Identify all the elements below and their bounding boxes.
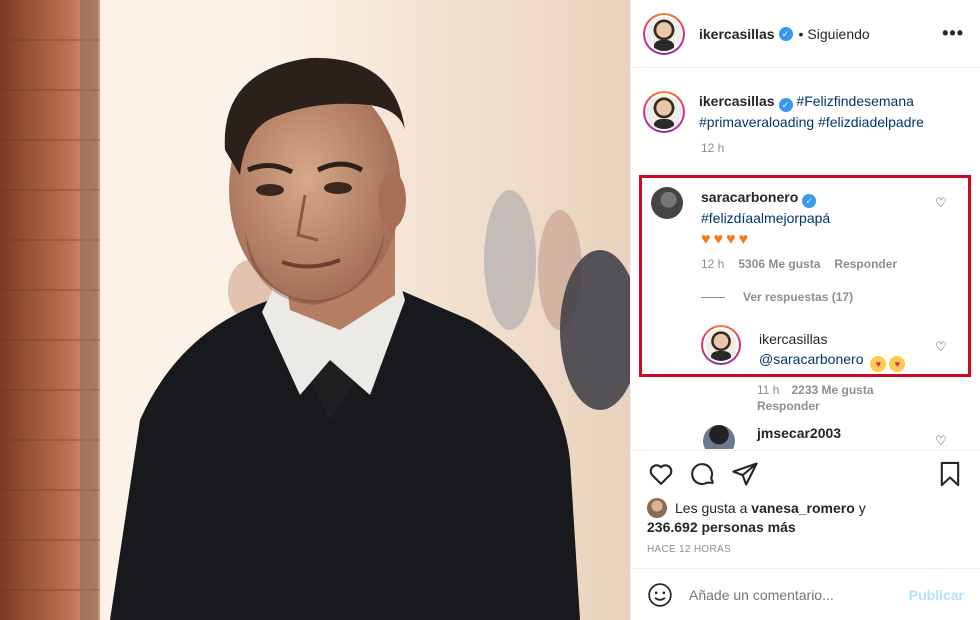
comments-scroll-area[interactable]: ikercasillas ✓ #Felizfindesemana #primave…	[631, 69, 980, 449]
likes-count[interactable]: 236.692 personas más	[647, 519, 796, 535]
action-bar	[631, 450, 980, 496]
verified-badge-icon: ✓	[802, 194, 817, 208]
following-button[interactable]: Siguiendo	[807, 26, 869, 42]
comment-input[interactable]	[689, 586, 909, 603]
post-timestamp: HACE 12 HORAS	[647, 544, 731, 555]
post-photo	[0, 0, 630, 620]
heart-icon[interactable]	[647, 460, 675, 488]
comment-username[interactable]: jmsecar2003	[757, 425, 841, 441]
author-avatar[interactable]	[643, 12, 685, 55]
likes-conj: y	[858, 500, 866, 516]
photo-illustration	[0, 0, 630, 620]
commenter-avatar[interactable]	[651, 187, 683, 219]
orange-hearts-emoji: ♥ ♥ ♥ ♥	[701, 231, 748, 248]
likes-prefix: Les gusta a	[675, 500, 748, 516]
post-sidebar: ikercasillas ✓ • Siguiendo ••• ikercasil…	[630, 0, 980, 620]
commenter-avatar[interactable]	[703, 425, 735, 449]
view-replies-button[interactable]: Ver respuestas (17)	[701, 290, 853, 304]
liker-username[interactable]: vanesa_romero	[751, 500, 855, 516]
emoji-smile-icon[interactable]	[647, 582, 673, 608]
comment-username[interactable]: saracarbonero	[701, 189, 798, 205]
view-replies-label[interactable]: Ver respuestas (17)	[743, 290, 853, 304]
reply-likes-count[interactable]: 2233 Me gusta	[791, 383, 873, 397]
author-username[interactable]: ikercasillas	[699, 26, 775, 42]
reply-time: 11 h	[757, 383, 780, 397]
mention-link[interactable]: @saracarbonero	[759, 351, 864, 367]
liker-avatar[interactable]	[647, 498, 667, 518]
reply-meta: 11 h 2233 Me gusta	[757, 383, 874, 397]
heart-like-icon[interactable]: ♡	[935, 339, 947, 355]
hashtag-link[interactable]: #primaveraloading	[699, 114, 814, 130]
hashtag-link[interactable]: #Felizfindesemana	[796, 93, 914, 109]
caption-text: ikercasillas ✓ #Felizfindesemana #primave…	[699, 91, 924, 133]
caption-time: 12 h	[701, 141, 725, 155]
verified-badge-icon: ✓	[778, 98, 793, 112]
hashtag-link[interactable]: #felizdiadelpadre	[818, 114, 924, 130]
comment-time: 12 h	[701, 257, 725, 271]
reply-button[interactable]: Responder	[834, 257, 897, 271]
caption-avatar[interactable]	[643, 91, 685, 133]
reply-reply-row: Responder	[757, 399, 820, 413]
likes-summary: Les gusta a vanesa_romero y 236.692 pers…	[647, 498, 964, 536]
post-caption: ikercasillas ✓ #Felizfindesemana #primave…	[631, 69, 980, 133]
comment-jmsecar2003: jmsecar2003	[703, 425, 841, 449]
comment-hashtag[interactable]: #felizdíaalmejorpapá	[701, 208, 830, 228]
comment-saracarbonero: saracarbonero ✓ #felizdíaalmejorpapá ♥ ♥ ♥ ♥	[651, 187, 830, 250]
bookmark-icon[interactable]	[936, 460, 964, 488]
comment-icon[interactable]	[689, 460, 717, 488]
reply-ikercasillas: ikercasillas @saracarbonero ♥ ♥	[701, 325, 906, 372]
more-options-icon[interactable]: •••	[942, 23, 964, 44]
post-header: ikercasillas ✓ • Siguiendo •••	[631, 0, 980, 68]
reply-username[interactable]: ikercasillas	[759, 329, 905, 349]
verified-badge-icon: ✓	[778, 26, 793, 41]
reply-avatar[interactable]	[701, 325, 741, 365]
heart-eyes-emoji-icon: ♥	[889, 356, 906, 372]
share-icon[interactable]	[731, 460, 759, 488]
heart-like-icon[interactable]: ♡	[935, 195, 947, 211]
comment-likes-count[interactable]: 5306 Me gusta	[738, 257, 820, 271]
publish-button[interactable]: Publicar	[909, 587, 964, 603]
add-comment-bar: Publicar	[631, 568, 980, 620]
reply-button[interactable]: Responder	[757, 399, 820, 413]
heart-eyes-emoji-icon: ♥	[870, 356, 887, 372]
replies-line-divider	[701, 296, 725, 298]
comment-meta: 12 h 5306 Me gusta Responder	[701, 257, 897, 271]
caption-username[interactable]: ikercasillas	[699, 93, 775, 109]
separator-dot: •	[798, 25, 804, 42]
heart-like-icon[interactable]: ♡	[935, 433, 947, 449]
